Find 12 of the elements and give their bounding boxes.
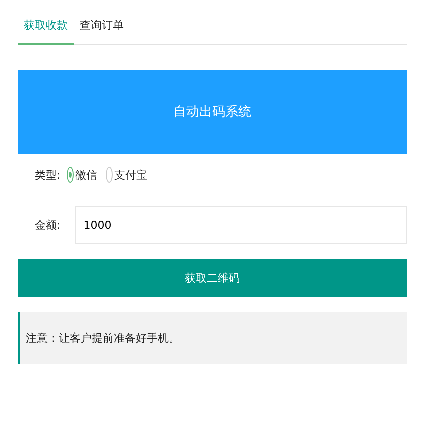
radio-icon[interactable] [66,167,74,183]
field-label: 金额: [35,218,61,232]
tab[interactable]: 获取收款 [18,10,74,45]
radio-option[interactable]: 支付宝 [106,167,148,183]
note-text: 注意：让客户提前准备好手机。 [26,330,180,346]
radio-option[interactable]: 微信 [66,167,98,183]
amount-field[interactable]: 1000 [74,206,407,244]
submit-button[interactable]: 获取二维码 [18,259,407,297]
radio-icon[interactable] [106,167,113,183]
tab[interactable]: 查询订单 [74,10,130,45]
field-label: 类型: [35,168,61,182]
banner-title: 自动出码系统 [174,104,252,121]
